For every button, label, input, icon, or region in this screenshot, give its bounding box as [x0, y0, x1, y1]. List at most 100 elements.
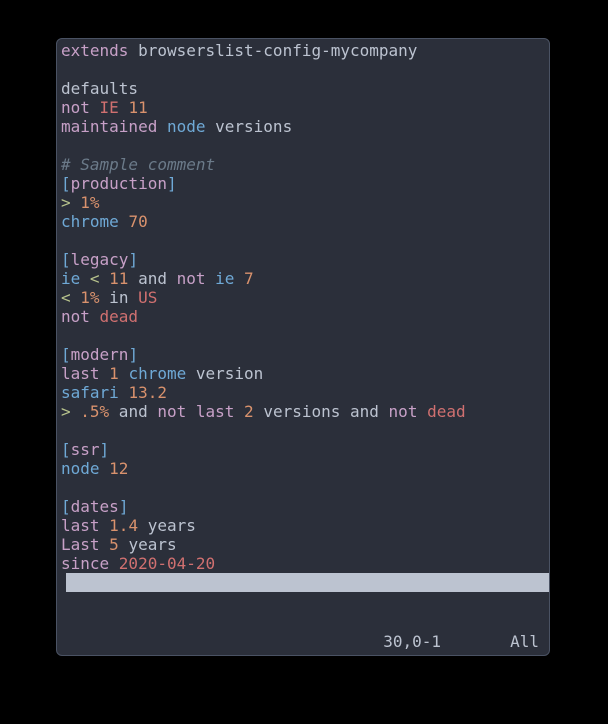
code-line	[61, 136, 545, 155]
token-pale: browserslist-config-mycompany	[128, 41, 417, 60]
code-line	[61, 421, 545, 440]
code-line: [modern]	[61, 345, 545, 364]
token-kw: since	[61, 554, 119, 573]
token-br: ]	[119, 497, 129, 516]
token-sec: dates	[71, 497, 119, 516]
token-name: chrome	[61, 212, 128, 231]
token-num: 2	[244, 402, 254, 421]
code-line: [production]	[61, 174, 545, 193]
cursor-position: 30,0-1	[383, 632, 441, 651]
token-sec: modern	[71, 345, 129, 364]
code-line: > 1%	[61, 193, 545, 212]
token-red: dead	[427, 402, 466, 421]
token-pct: %	[100, 402, 110, 421]
code-line: # Sample comment	[61, 155, 545, 174]
token-red: US	[138, 288, 157, 307]
token-name: safari	[61, 383, 128, 402]
token-name: node	[61, 459, 109, 478]
token-kw: maintained	[61, 117, 167, 136]
code-line: defaults	[61, 79, 545, 98]
token-br: ]	[167, 174, 177, 193]
token-pale: versions and	[254, 402, 389, 421]
code-line: node 12	[61, 459, 545, 478]
token-br: [	[61, 345, 71, 364]
token-comment: # Sample comment	[61, 155, 215, 174]
token-sec: ssr	[71, 440, 100, 459]
token-kw: last	[61, 364, 109, 383]
token-pale: and	[128, 269, 176, 288]
code-line: last 1.4 years	[61, 516, 545, 535]
token-kw: not	[389, 402, 428, 421]
code-line	[61, 326, 545, 345]
token-pale: in	[100, 288, 139, 307]
code-line	[61, 60, 545, 79]
token-pale: and	[109, 402, 157, 421]
token-num: 1	[109, 364, 128, 383]
token-num: 7	[244, 269, 254, 288]
editor-window[interactable]: extends browserslist-config-mycompany de…	[56, 38, 550, 656]
token-pale: years	[119, 535, 177, 554]
token-red: 2020-04-20	[119, 554, 215, 573]
token-pct: %	[90, 193, 100, 212]
code-line: [legacy]	[61, 250, 545, 269]
token-kw: extends	[61, 41, 128, 60]
token-op: >	[61, 193, 80, 212]
code-line: extends browserslist-config-mycompany	[61, 41, 545, 60]
code-line: ie < 11 and not ie 7	[61, 269, 545, 288]
code-line: last 1 chrome version	[61, 364, 545, 383]
code-line: Last 5 years	[61, 535, 545, 554]
token-pale: version	[186, 364, 263, 383]
token-br: ]	[100, 440, 110, 459]
token-num: 11	[109, 269, 128, 288]
token-num: .5	[80, 402, 99, 421]
token-name: ie	[215, 269, 244, 288]
code-line: chrome 70	[61, 212, 545, 231]
token-kw: last	[61, 516, 109, 535]
token-red: IE	[100, 98, 129, 117]
token-name: ie	[61, 269, 90, 288]
token-num: 12	[109, 459, 128, 478]
token-br: ]	[128, 250, 138, 269]
token-kw: not	[61, 307, 100, 326]
code-line: not IE 11	[61, 98, 545, 117]
code-line: [dates]	[61, 497, 545, 516]
code-line: [ssr]	[61, 440, 545, 459]
token-br: [	[61, 497, 71, 516]
token-br: [	[61, 174, 71, 193]
cursor-line	[57, 573, 549, 592]
token-num: 11	[128, 98, 147, 117]
token-kw: not	[61, 98, 100, 117]
token-num: 13.2	[128, 383, 167, 402]
token-kw: not last	[157, 402, 244, 421]
token-br: [	[61, 440, 71, 459]
token-op: <	[90, 269, 109, 288]
status-bar: 30,0-1 All	[61, 632, 545, 651]
code-line	[61, 478, 545, 497]
token-br: [	[61, 250, 71, 269]
code-line: safari 13.2	[61, 383, 545, 402]
token-pale: years	[138, 516, 196, 535]
code-line: > .5% and not last 2 versions and not de…	[61, 402, 545, 421]
token-num: 70	[128, 212, 147, 231]
token-kw: not	[177, 269, 216, 288]
token-pct: %	[90, 288, 100, 307]
token-name: chrome	[128, 364, 186, 383]
token-num: 5	[109, 535, 119, 554]
code-area[interactable]: extends browserslist-config-mycompany de…	[57, 39, 549, 573]
code-line: < 1% in US	[61, 288, 545, 307]
token-red: dead	[100, 307, 139, 326]
token-sec: production	[71, 174, 167, 193]
token-sec: legacy	[71, 250, 129, 269]
code-line: not dead	[61, 307, 545, 326]
token-kw: Last	[61, 535, 109, 554]
code-line: maintained node versions	[61, 117, 545, 136]
token-op: >	[61, 402, 80, 421]
token-name: node	[167, 117, 206, 136]
token-num: 1	[80, 193, 90, 212]
token-num: 1	[80, 288, 90, 307]
token-pale: versions	[206, 117, 293, 136]
token-num: 1.4	[109, 516, 138, 535]
scroll-indicator: All	[510, 632, 539, 651]
token-op: <	[61, 288, 80, 307]
token-pale: defaults	[61, 79, 138, 98]
